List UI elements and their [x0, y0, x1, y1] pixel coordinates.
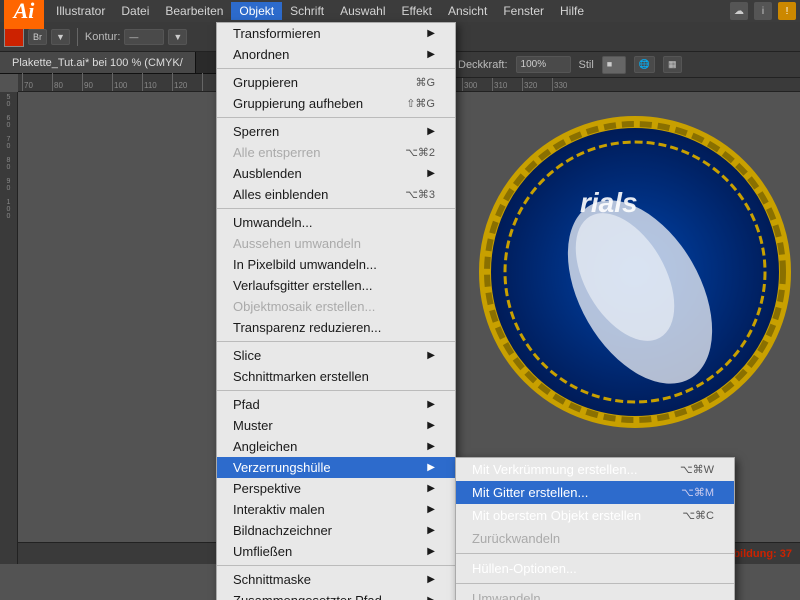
menu-item-objekt[interactable]: Objekt: [231, 2, 282, 20]
figure-label: Abbildung: 37: [719, 548, 792, 560]
canvas-area[interactable]: rials: [18, 92, 800, 542]
menu-item-illustrator[interactable]: Illustrator: [48, 2, 113, 20]
menu-bar: Ai Illustrator Datei Bearbeiten Objekt S…: [0, 0, 800, 22]
ruler-tick: 110: [142, 73, 172, 91]
menu-item-schnittmaske[interactable]: Schnittmaske ▶: [217, 569, 455, 590]
submenu-separator-2: [456, 583, 734, 584]
info-icon[interactable]: i: [754, 2, 772, 20]
menu-item-hilfe[interactable]: Hilfe: [552, 2, 592, 20]
brush-icon[interactable]: Br: [28, 29, 47, 45]
ruler-tick: [202, 73, 252, 91]
menu-item-effekt[interactable]: Effekt: [393, 2, 439, 20]
toolbar-separator-1: [77, 28, 78, 46]
status-bar: Abbildung: 37: [18, 542, 800, 564]
options-icon-1[interactable]: 🌐: [634, 56, 655, 73]
ruler-tick: 120: [172, 73, 202, 91]
artwork-svg: rials: [470, 92, 800, 472]
toolbar-dropdown[interactable]: ▼: [51, 29, 70, 45]
vertical-ruler: 5060708090100: [0, 92, 18, 564]
ruler-tick: 80: [52, 73, 82, 91]
ruler-tick: 230: [252, 73, 282, 91]
submenu-arrow: ▶: [427, 595, 435, 600]
menu-item-schrift[interactable]: Schrift: [282, 2, 332, 20]
ruler-tick: 270: [372, 73, 402, 91]
menu-separator-6: [217, 565, 455, 566]
deckkraft-input[interactable]: 100%: [516, 56, 571, 73]
warning-icon[interactable]: !: [778, 2, 796, 20]
ruler-tick: 240: [282, 73, 312, 91]
menu-item-fenster[interactable]: Fenster: [495, 2, 552, 20]
fill-color-swatch[interactable]: [4, 27, 24, 47]
menu-item-bearbeiten[interactable]: Bearbeiten: [157, 2, 231, 20]
svg-text:rials: rials: [580, 187, 638, 218]
menu-item-ansicht[interactable]: Ansicht: [440, 2, 495, 20]
submenu-item-umwandeln2-label: Umwandeln: [472, 591, 714, 600]
tab-label: Plakette_Tut.ai* bei 100 % (CMYK/: [12, 57, 183, 69]
ruler-tick: 100: [112, 73, 142, 91]
toolbar: Br ▼ Kontur: — ▼: [0, 22, 800, 52]
options-bar: Deckkraft: 100% Stil ■ 🌐 ▦: [450, 52, 800, 78]
menu-item-datei[interactable]: Datei: [113, 2, 157, 20]
menu-item-zusammengesetzter-pfad[interactable]: Zusammengesetzter Pfad ▶: [217, 590, 455, 600]
cloud-icon[interactable]: ☁: [730, 2, 748, 20]
ruler-tick: 70: [22, 73, 52, 91]
menu-item-zusammengesetzter-pfad-label: Zusammengesetzter Pfad: [233, 593, 417, 600]
artwork-area: rials: [470, 92, 800, 472]
menu-item-auswahl[interactable]: Auswahl: [332, 2, 393, 20]
submenu-arrow: ▶: [427, 574, 435, 585]
options-icon-2[interactable]: ▦: [663, 56, 682, 73]
kontur-value[interactable]: —: [124, 29, 164, 45]
document-tab[interactable]: Plakette_Tut.ai* bei 100 % (CMYK/: [0, 52, 196, 73]
ruler-tick: 260: [342, 73, 372, 91]
menu-bar-right: ☁ i !: [730, 2, 796, 20]
ruler-tick: 90: [82, 73, 112, 91]
ruler-tick: 250: [312, 73, 342, 91]
stil-swatch[interactable]: ■: [602, 56, 626, 74]
stil-label: Stil: [579, 59, 594, 71]
ruler-tick: 280: [402, 73, 432, 91]
app-logo: Ai: [4, 0, 44, 29]
kontur-label: Kontur:: [85, 31, 120, 43]
deckkraft-label: Deckkraft:: [458, 59, 508, 71]
menu-item-schnittmaske-label: Schnittmaske: [233, 572, 417, 587]
stroke-weight[interactable]: ▼: [168, 29, 187, 45]
submenu-item-umwandeln2[interactable]: Umwandeln: [456, 587, 734, 600]
